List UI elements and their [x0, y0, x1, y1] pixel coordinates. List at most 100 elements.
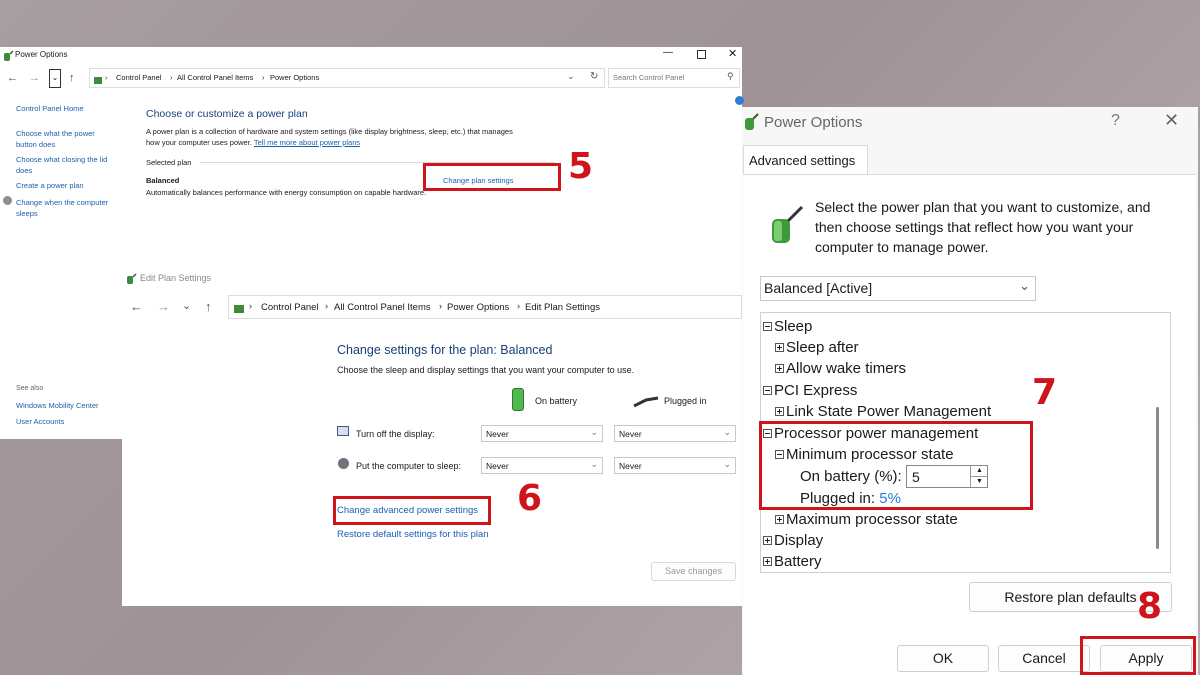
display-plugged-value: Never — [619, 429, 642, 439]
edit-plan-title: Edit Plan Settings — [140, 273, 212, 283]
tree-label: PCI Express — [774, 382, 858, 399]
forward-arrow-icon[interactable]: → — [157, 299, 170, 314]
moon-icon — [338, 458, 349, 469]
battery-icon — [512, 388, 524, 411]
advanced-settings-dialog: Power Options ? ✕ Advanced settings Sele… — [742, 107, 1198, 675]
tree-label: Maximum processor state — [786, 511, 958, 528]
close-icon[interactable]: ✕ — [1164, 110, 1179, 131]
sidebar-item-home[interactable]: Control Panel Home — [16, 104, 84, 113]
up-arrow-icon[interactable]: ↑ — [205, 299, 212, 314]
expand-icon[interactable] — [763, 556, 772, 566]
highlight-advanced-link — [333, 496, 491, 525]
highlight-change-plan — [423, 163, 561, 191]
tree-label: Sleep — [774, 318, 813, 335]
plan-select[interactable]: Balanced [Active] ⌄ — [760, 276, 1036, 301]
breadcrumb-all-items[interactable]: All Control Panel Items — [334, 302, 431, 313]
chevron-down-icon: ⌄ — [723, 459, 731, 469]
expand-icon[interactable] — [775, 514, 784, 524]
expand-icon[interactable] — [775, 342, 784, 352]
ok-button[interactable]: OK — [897, 645, 989, 672]
step-number-6: 6 — [517, 478, 543, 519]
monitor-icon — [337, 426, 349, 436]
tree-item-pci-express[interactable]: PCI Express — [763, 382, 857, 399]
breadcrumb-power-options[interactable]: Power Options — [270, 73, 319, 82]
tree-label: Sleep after — [786, 339, 859, 356]
learn-more-link[interactable]: Tell me more about power plans — [254, 138, 360, 147]
sleep-battery-value: Never — [486, 461, 509, 471]
sidebar-item-closing-lid[interactable]: Choose what closing the lid does — [16, 154, 116, 176]
save-changes-button[interactable]: Save changes — [651, 562, 736, 581]
see-also-mobility[interactable]: Windows Mobility Center — [16, 401, 99, 410]
search-input[interactable]: Search Control Panel ⚲ — [608, 68, 740, 88]
tree-item-sleep-after[interactable]: Sleep after — [775, 339, 859, 356]
tree-item-wake-timers[interactable]: Allow wake timers — [775, 360, 906, 377]
plan-name: Balanced — [146, 176, 180, 185]
sidebar-item-sleep[interactable]: Change when the computer sleeps — [16, 197, 124, 219]
sidebar-item-create-plan[interactable]: Create a power plan — [16, 181, 84, 190]
page-title: Choose or customize a power plan — [146, 108, 308, 120]
cancel-button[interactable]: Cancel — [998, 645, 1090, 672]
control-panel-icon — [93, 72, 103, 90]
tree-label: Allow wake timers — [786, 360, 907, 377]
back-arrow-icon[interactable]: ← — [130, 299, 143, 314]
back-arrow-icon[interactable]: ← — [7, 72, 18, 84]
help-icon[interactable]: ? — [1111, 112, 1120, 130]
breadcrumb-all-items[interactable]: All Control Panel Items — [177, 73, 253, 82]
sidebar-item-power-button[interactable]: Choose what the power button does — [16, 128, 116, 150]
dialog-title: Power Options — [764, 114, 863, 131]
breadcrumb-edit-plan[interactable]: Edit Plan Settings — [525, 302, 600, 313]
chevron-down-icon[interactable]: ⌄ — [567, 71, 575, 82]
tree-item-link-state[interactable]: Link State Power Management — [775, 403, 991, 420]
tree-item-max-state[interactable]: Maximum processor state — [775, 511, 958, 528]
collapse-icon[interactable] — [763, 385, 772, 395]
address-bar[interactable]: › Control Panel › All Control Panel Item… — [89, 68, 605, 88]
address-bar[interactable]: › Control Panel › All Control Panel Item… — [228, 295, 742, 319]
plan-select-value: Balanced [Active] — [764, 280, 873, 296]
breadcrumb-power-options[interactable]: Power Options — [447, 302, 509, 313]
collapse-icon[interactable] — [763, 321, 772, 331]
tree-item-battery[interactable]: Battery — [763, 553, 822, 570]
maximize-icon[interactable] — [697, 50, 706, 59]
close-icon[interactable]: ✕ — [728, 47, 737, 60]
sleep-battery-select[interactable]: Never ⌄ — [481, 457, 603, 474]
power-plan-icon — [764, 205, 804, 250]
control-panel-icon — [233, 301, 245, 319]
display-battery-select[interactable]: Never ⌄ — [481, 425, 603, 442]
moon-icon — [3, 196, 12, 205]
forward-arrow-icon[interactable]: → — [29, 72, 40, 84]
tab-label: Advanced settings — [749, 153, 856, 168]
expand-icon[interactable] — [775, 363, 784, 373]
sleep-plugged-select[interactable]: Never ⌄ — [614, 457, 736, 474]
display-row-label: Turn off the display: — [356, 429, 435, 439]
expand-icon[interactable] — [763, 535, 772, 545]
tree-scrollbar[interactable] — [1156, 407, 1159, 549]
tree-item-display[interactable]: Display — [763, 532, 823, 549]
search-icon: ⚲ — [727, 71, 734, 81]
tab-advanced-settings[interactable]: Advanced settings — [743, 145, 868, 175]
breadcrumb-control-panel[interactable]: Control Panel — [261, 302, 319, 313]
chevron-down-icon: ⌄ — [590, 459, 598, 469]
advanced-app-icon — [742, 113, 760, 136]
refresh-icon[interactable]: ↻ — [590, 71, 598, 82]
recent-locations-icon[interactable]: ⌄ — [182, 299, 191, 312]
display-plugged-select[interactable]: Never ⌄ — [614, 425, 736, 442]
sleep-row-label: Put the computer to sleep: — [356, 461, 462, 471]
see-also-accounts[interactable]: User Accounts — [16, 417, 64, 426]
recent-locations-icon[interactable]: ⌄ — [49, 69, 61, 88]
tree-label: Battery — [774, 553, 822, 570]
highlight-processor-setting — [759, 421, 1033, 510]
plan-intro: A power plan is a collection of hardware… — [146, 126, 516, 148]
see-also-heading: See also — [16, 385, 44, 392]
expand-icon[interactable] — [775, 406, 784, 416]
column-plugged-in: Plugged in — [664, 396, 707, 406]
tree-label: Display — [774, 532, 824, 549]
step-number-7: 7 — [1032, 372, 1058, 413]
breadcrumb-control-panel[interactable]: Control Panel — [116, 73, 161, 82]
minimize-icon[interactable]: — — [663, 47, 673, 58]
page-subtitle: Choose the sleep and display settings th… — [337, 365, 635, 375]
up-arrow-icon[interactable]: ↑ — [69, 72, 75, 84]
tree-item-sleep[interactable]: Sleep — [763, 318, 812, 335]
search-placeholder: Search Control Panel — [613, 73, 685, 82]
restore-defaults-link[interactable]: Restore default settings for this plan — [337, 529, 489, 540]
dialog-intro: Select the power plan that you want to c… — [815, 199, 1151, 255]
